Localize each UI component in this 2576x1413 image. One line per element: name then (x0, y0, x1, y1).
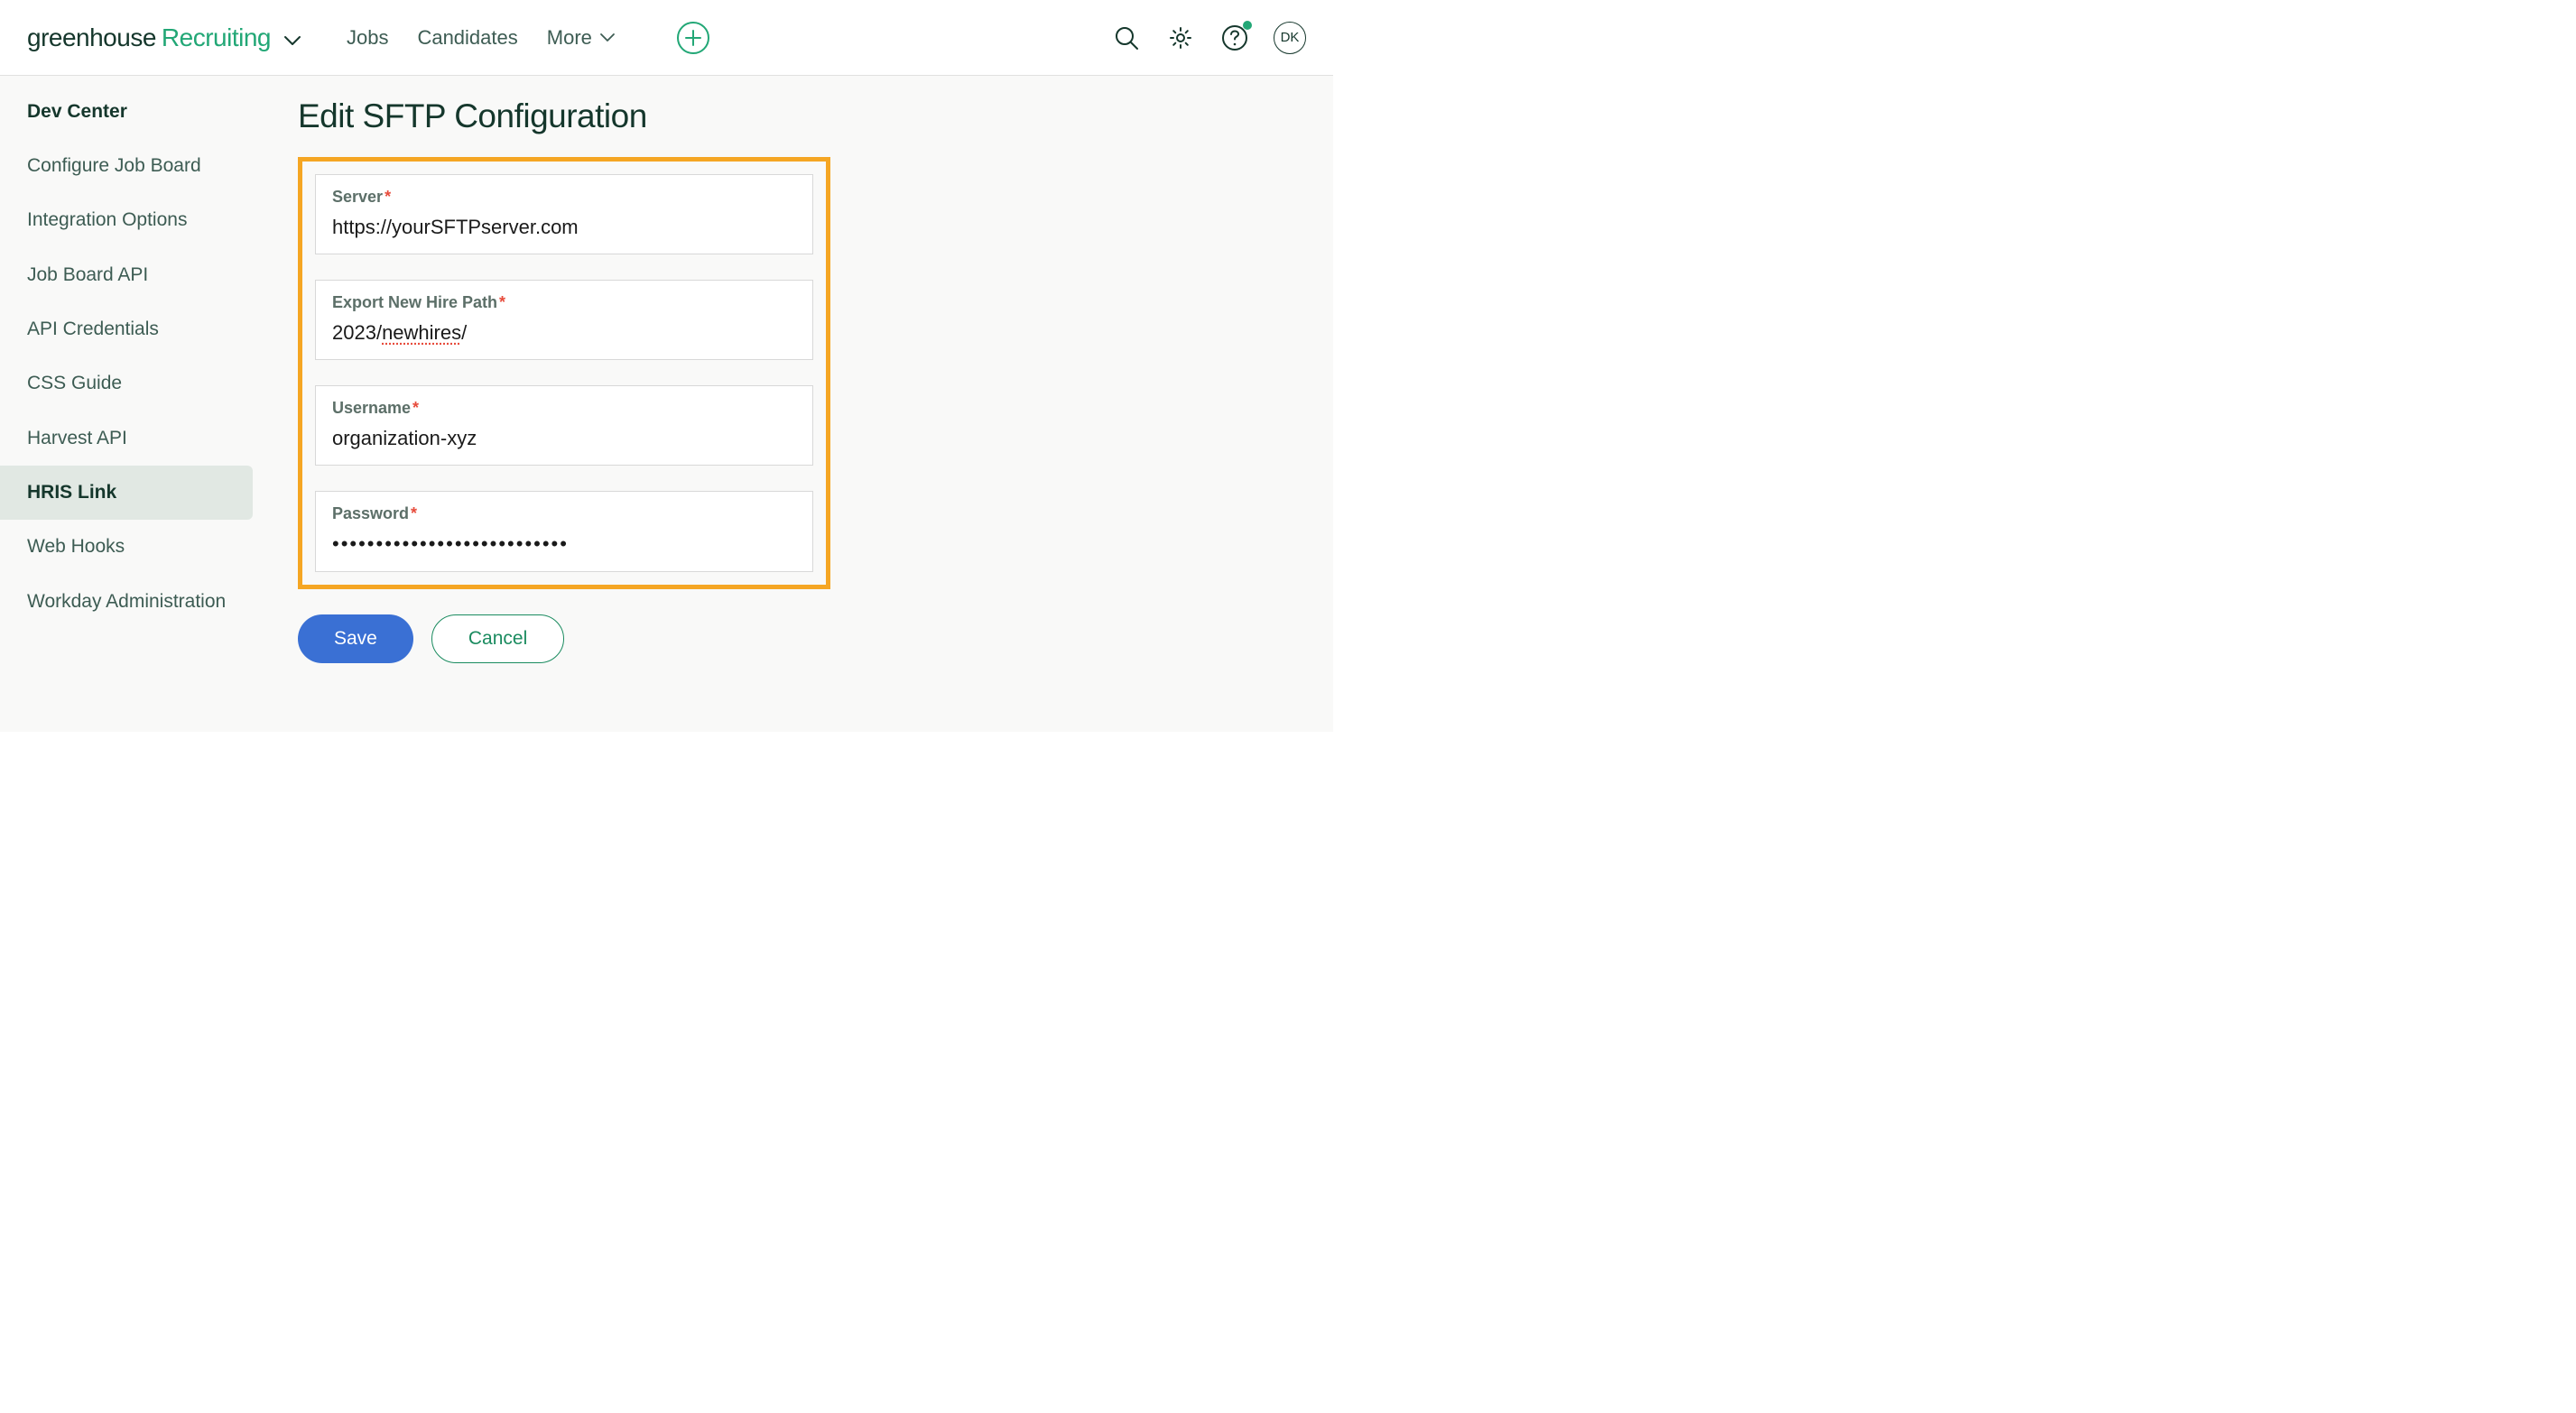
field-label: Username* (332, 399, 796, 418)
search-icon[interactable] (1111, 23, 1142, 53)
nav-label: More (547, 26, 592, 50)
save-button[interactable]: Save (298, 614, 413, 663)
required-asterisk: * (411, 504, 417, 522)
field-label: Password* (332, 504, 796, 523)
logo-text-primary: greenhouse (27, 23, 156, 52)
page-title: Edit SFTP Configuration (298, 97, 1297, 135)
sidebar-item-web-hooks[interactable]: Web Hooks (0, 520, 262, 574)
help-icon[interactable] (1219, 23, 1250, 53)
sidebar-item-label: HRIS Link (27, 482, 116, 503)
field-password: Password* ••••••••••••••••••••••••••• (315, 491, 813, 572)
username-input[interactable] (332, 425, 796, 452)
sidebar-item-label: Workday Administration (27, 591, 226, 612)
sidebar-item-label: Job Board API (27, 264, 148, 285)
sidebar-item-harvest-api[interactable]: Harvest API (0, 411, 262, 466)
field-server: Server* (315, 174, 813, 254)
server-input[interactable] (332, 214, 796, 241)
field-label: Export New Hire Path* (332, 293, 796, 312)
chevron-down-icon (599, 32, 616, 42)
chevron-down-icon[interactable] (283, 35, 301, 46)
header-right: DK (1111, 22, 1306, 54)
password-input[interactable]: ••••••••••••••••••••••••••• (332, 531, 796, 559)
sidebar-item-hris-link[interactable]: HRIS Link (0, 466, 253, 520)
sidebar-item-configure-job-board[interactable]: Configure Job Board (0, 139, 262, 193)
sidebar-item-api-credentials[interactable]: API Credentials (0, 302, 262, 356)
export-path-input[interactable]: 2023/newhires/ (332, 319, 796, 346)
nav-label: Jobs (347, 26, 388, 50)
label-text: Export New Hire Path (332, 293, 497, 311)
label-text: Password (332, 504, 409, 522)
primary-nav: Jobs Candidates More (347, 22, 709, 54)
field-export-path: Export New Hire Path* 2023/newhires/ (315, 280, 813, 360)
sidebar: Dev Center Configure Job Board Integrati… (0, 76, 262, 732)
path-pre: 2023/ (332, 321, 382, 344)
add-button[interactable] (677, 22, 709, 54)
required-asterisk: * (412, 399, 419, 417)
nav-more[interactable]: More (547, 26, 616, 50)
nav-jobs[interactable]: Jobs (347, 26, 388, 50)
label-text: Server (332, 188, 383, 206)
sidebar-item-label: Integration Options (27, 209, 187, 230)
avatar-initials: DK (1281, 30, 1300, 45)
nav-candidates[interactable]: Candidates (417, 26, 517, 50)
nav-label: Candidates (417, 26, 517, 50)
sidebar-item-label: API Credentials (27, 319, 159, 339)
main-content: Edit SFTP Configuration Server* Export N… (262, 76, 1333, 732)
path-post: / (461, 321, 467, 344)
label-text: Username (332, 399, 411, 417)
logo[interactable]: greenhouse Recruiting (27, 23, 301, 52)
field-label: Server* (332, 188, 796, 207)
cancel-button[interactable]: Cancel (431, 614, 564, 663)
app-header: greenhouse Recruiting Jobs Candidates Mo… (0, 0, 1333, 76)
notification-dot (1243, 21, 1252, 30)
sidebar-item-integration-options[interactable]: Integration Options (0, 193, 262, 247)
sidebar-item-label: CSS Guide (27, 373, 122, 393)
app-body: Dev Center Configure Job Board Integrati… (0, 76, 1333, 732)
form-highlight-box: Server* Export New Hire Path* 2023/newhi… (298, 157, 830, 589)
gear-icon[interactable] (1165, 23, 1196, 53)
sidebar-title: Dev Center (0, 101, 262, 139)
form-actions: Save Cancel (298, 614, 1297, 663)
path-mid: newhires (382, 321, 461, 344)
sidebar-item-job-board-api[interactable]: Job Board API (0, 248, 262, 302)
avatar[interactable]: DK (1274, 22, 1306, 54)
sidebar-item-label: Harvest API (27, 428, 127, 448)
logo-text-secondary: Recruiting (162, 23, 271, 52)
sidebar-item-workday-administration[interactable]: Workday Administration (0, 575, 262, 629)
sidebar-item-css-guide[interactable]: CSS Guide (0, 356, 262, 411)
field-username: Username* (315, 385, 813, 466)
required-asterisk: * (385, 188, 391, 206)
required-asterisk: * (499, 293, 505, 311)
sidebar-item-label: Web Hooks (27, 536, 125, 557)
sidebar-item-label: Configure Job Board (27, 155, 201, 176)
